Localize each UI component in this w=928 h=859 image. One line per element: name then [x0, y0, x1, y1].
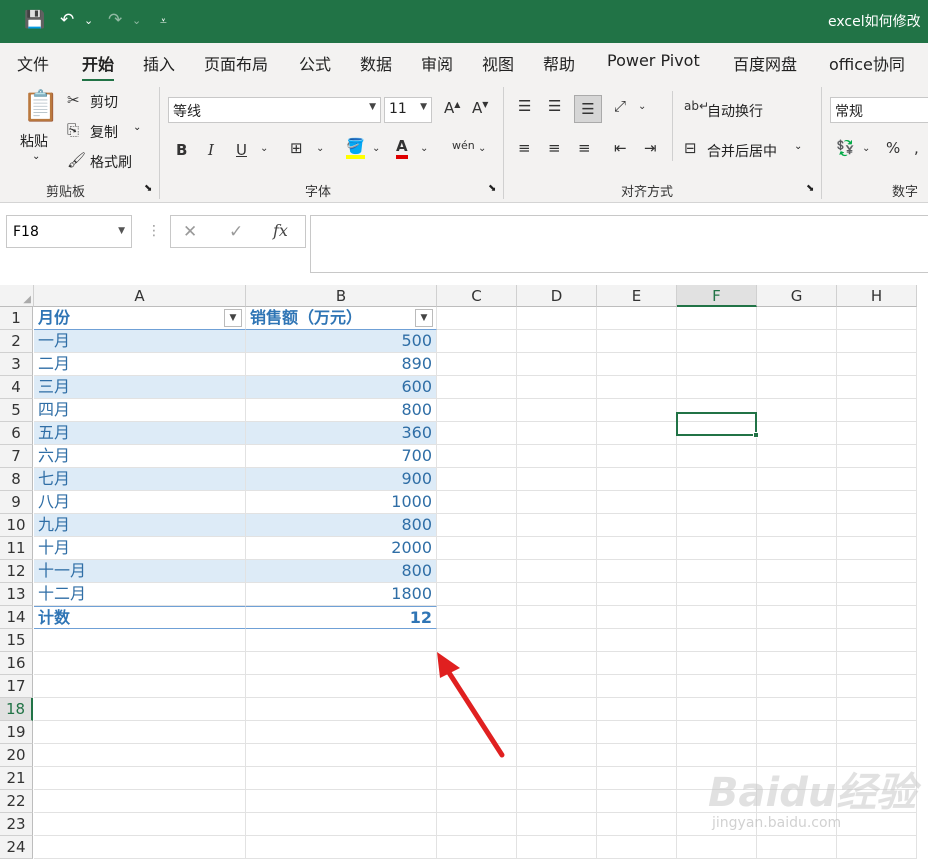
watermark-logo: Baidu经验: [708, 770, 917, 816]
annotation-arrow: [437, 652, 505, 758]
watermark-url: jingyan.baidu.com: [712, 815, 842, 831]
